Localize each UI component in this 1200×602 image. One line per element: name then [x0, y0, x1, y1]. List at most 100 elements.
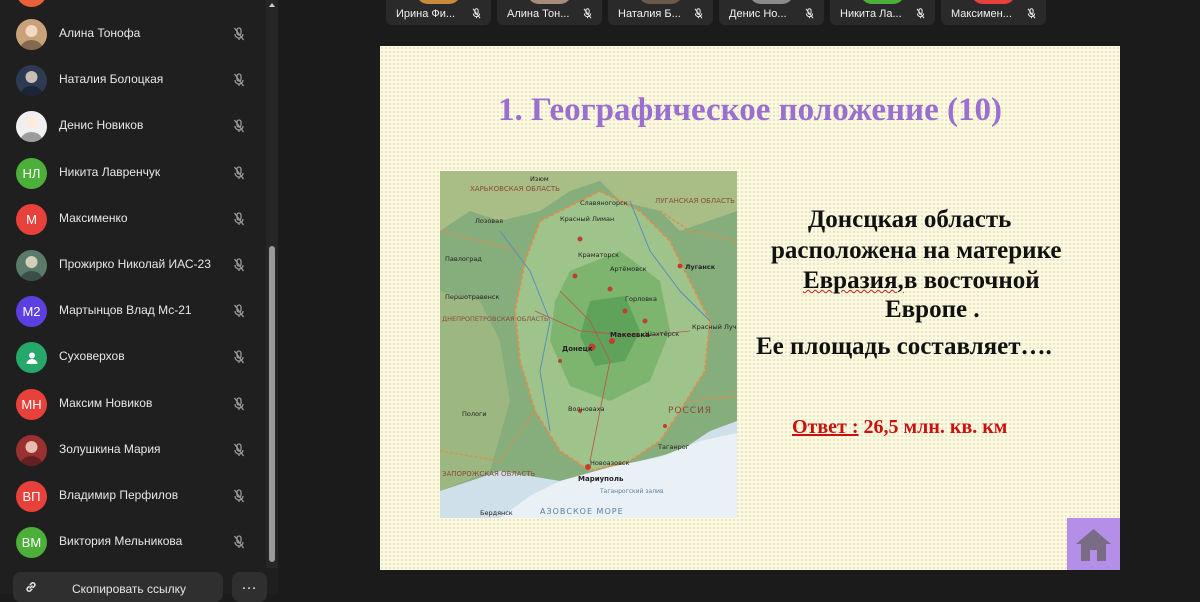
- map-label-slavyansk: Славяногорск: [580, 199, 628, 207]
- participant-name: Денис Новиков: [59, 118, 144, 133]
- participant-row[interactable]: М Максименко: [0, 198, 266, 244]
- participant-name: Владимир Перфилов: [59, 488, 179, 502]
- participants-sidebar: Алина Тонофа Наталия Болоцкая Денис Новико…: [0, 0, 278, 602]
- participant-row[interactable]: Суховерхов: [0, 336, 266, 382]
- participant-row[interactable]: ВП Владимир Перфилов: [0, 475, 266, 521]
- map-label-zaporizhzhia: ЗАПОРОЖСКАЯ ОБЛАСТЬ: [442, 470, 536, 478]
- participant-name: Наталия Болоцкая: [59, 72, 164, 87]
- video-tile-name: Наталия Б...: [618, 8, 681, 20]
- mic-off-icon: [232, 211, 246, 227]
- participant-name: Алина Тонофа: [59, 26, 141, 40]
- video-thumbnail: [749, 0, 794, 4]
- map-label-polog: Пологи: [462, 410, 487, 418]
- slide-text-line-1: Донсцкая область: [808, 206, 1012, 233]
- participant-row[interactable]: Наталия Болоцкая: [0, 59, 266, 105]
- participant-avatar: ВМ: [16, 527, 47, 559]
- video-tile[interactable]: Никита Ла...: [830, 0, 935, 25]
- video-tile[interactable]: Наталия Б...: [608, 0, 713, 25]
- participant-name: Никита Лавренчук: [59, 164, 161, 179]
- scrollbar-thumb[interactable]: [269, 246, 275, 562]
- participant-row[interactable]: М2 Мартынцов Влад Мс-21: [0, 290, 266, 336]
- video-thumbnail: [971, 0, 1016, 4]
- mic-off-icon: [232, 396, 246, 412]
- video-tile-name: Максимен...: [951, 8, 1012, 20]
- participant-row[interactable]: Золушкина Мария: [0, 429, 266, 475]
- video-thumbnail: [416, 0, 461, 4]
- presentation-slide: 1. Географическое положение (10) ХАРЬКОВ…: [380, 46, 1120, 570]
- mic-off-icon: [232, 349, 246, 365]
- video-tile[interactable]: Денис Но...: [719, 0, 824, 25]
- mic-off-icon: [804, 7, 815, 20]
- home-icon: [1076, 529, 1111, 561]
- participant-avatar: М2: [16, 296, 47, 328]
- video-tile[interactable]: Максимен...: [941, 0, 1046, 25]
- scrollbar[interactable]: [266, 0, 278, 568]
- map-label-sea: АЗОВСКОЕ МОРЕ: [540, 507, 624, 516]
- participant-name: Виктория Мельникова: [59, 534, 183, 549]
- avatar-photo: [20, 71, 43, 97]
- mic-off-icon: [232, 534, 246, 550]
- video-tile-name: Никита Ла...: [840, 8, 902, 20]
- video-tile[interactable]: Алина Тон...: [497, 0, 602, 25]
- avatar-photo: [20, 440, 43, 466]
- home-button[interactable]: [1067, 518, 1120, 570]
- participant-row[interactable]: НЛ Никита Лавренчук: [0, 152, 266, 198]
- mic-off-icon: [232, 118, 246, 134]
- mic-off-icon: [232, 303, 246, 319]
- participant-avatar: НЛ: [16, 157, 47, 189]
- mic-off-icon: [232, 442, 246, 458]
- participant-avatar: [16, 65, 47, 97]
- mic-off-icon: [915, 7, 926, 20]
- slide-text-line-5: Ее площадь составляет….: [756, 333, 1052, 360]
- map-label-berdyansk: Бердянск: [480, 509, 513, 517]
- slide-text-line-2: расположена на материке: [771, 237, 1062, 264]
- video-tile[interactable]: Ирина Фи...: [386, 0, 491, 25]
- mic-off-icon: [582, 7, 593, 20]
- video-tile-name: Алина Тон...: [507, 8, 570, 20]
- map-label-gorlovka: Горловка: [625, 295, 657, 303]
- participant-name: Максим Новиков: [59, 395, 153, 410]
- map-label-kramatorsk: Краматорск: [578, 251, 619, 259]
- participants-list: Алина Тонофа Наталия Болоцкая Денис Новико…: [0, 0, 266, 568]
- participant-name: Золушкина Мария: [59, 441, 161, 456]
- copy-link-button[interactable]: Скопировать ссылку: [13, 572, 223, 602]
- map-label-lugansk-city: Луганск: [685, 263, 716, 271]
- mic-off-icon: [693, 7, 704, 20]
- participant-row[interactable]: МН Максим Новиков: [0, 383, 266, 429]
- mic-off-icon: [232, 257, 246, 273]
- video-thumbnail: [527, 0, 572, 4]
- link-icon: [26, 582, 36, 592]
- participant-row[interactable]: Денис Новиков: [0, 105, 266, 151]
- mic-off-icon: [471, 7, 482, 20]
- participant-row[interactable]: Алина Тонофа: [0, 13, 266, 59]
- map-label-izyum: Изюм: [530, 175, 549, 183]
- map-label-donetsk: Донецк: [562, 345, 593, 353]
- more-options-button[interactable]: …: [232, 572, 267, 602]
- map-label-mariupol: Мариуполь: [578, 475, 624, 483]
- mic-off-icon: [232, 165, 246, 181]
- slide-title: 1. Географическое положение (10): [498, 92, 1002, 128]
- participant-name: Суховерхов: [59, 349, 125, 364]
- answer-label: Ответ :: [792, 416, 859, 438]
- slide-answer: Ответ : 26,5 млн. кв. км: [792, 416, 1007, 439]
- video-thumbnail: [860, 0, 905, 4]
- participant-name: Максименко: [59, 210, 128, 225]
- mic-off-icon: [232, 488, 246, 504]
- participant-row[interactable]: ВМ Виктория Мельникова: [0, 521, 266, 567]
- map-label-dnipro: ДНЕПРОПЕТРОВСКАЯ ОБЛАСТЬ: [442, 315, 549, 323]
- map-label-russia: РОССИЯ: [668, 406, 712, 416]
- slide-text-line-4: Европе .: [885, 296, 980, 323]
- video-thumbnail: [638, 0, 683, 4]
- avatar-photo: [20, 256, 43, 281]
- participant-avatar: [16, 0, 47, 7]
- map-label-kharkiv: ХАРЬКОВСКАЯ ОБЛАСТЬ: [470, 185, 560, 193]
- mic-off-icon: [1026, 7, 1037, 20]
- scroll-up-arrow-icon[interactable]: [269, 2, 275, 8]
- participant-row[interactable]: Прожирко Николай ИАС-23: [0, 244, 266, 290]
- video-tile-name: Ирина Фи...: [396, 8, 456, 20]
- map-label-lozovaya: Лозовая: [475, 217, 503, 225]
- participant-avatar: МН: [16, 388, 47, 420]
- slide-text-line-3: Евразия,в восточной: [803, 267, 1040, 295]
- slide-text-line-3-rest: в восточной: [903, 267, 1040, 294]
- participant-avatar: [16, 342, 47, 374]
